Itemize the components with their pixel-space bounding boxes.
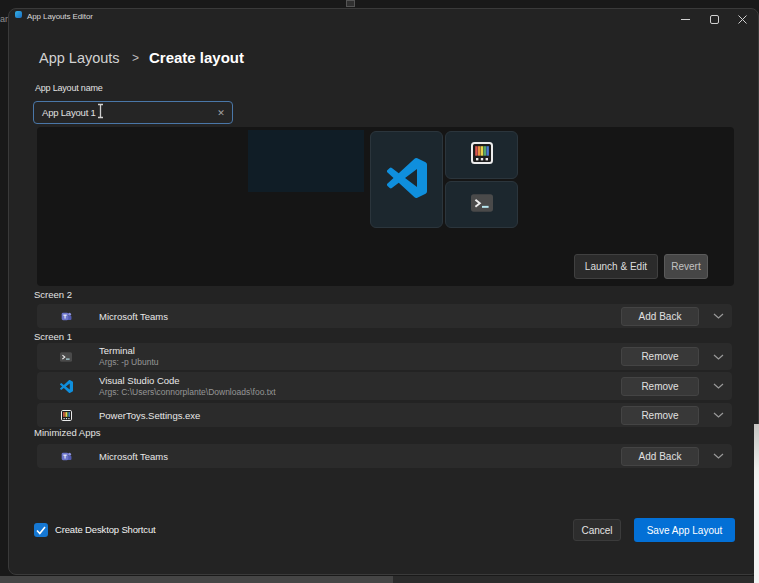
app-row: Terminal Args: -p Ubuntu Remove	[37, 343, 732, 370]
app-icon	[15, 11, 22, 18]
layout-preview-tile-powertoys[interactable]	[445, 131, 518, 179]
remove-button[interactable]: Remove	[621, 406, 699, 425]
section-label: Screen 1	[34, 331, 72, 342]
layout-preview-tile-terminal[interactable]	[445, 181, 518, 228]
create-desktop-shortcut-checkbox[interactable]	[34, 523, 48, 537]
app-layout-name-input[interactable]: App Layout 1 ✕	[33, 101, 233, 124]
background-window-icon	[346, 0, 355, 7]
add-back-button[interactable]: Add Back	[621, 447, 699, 466]
app-row: Microsoft Teams Add Back	[37, 444, 732, 468]
powertoys-icon	[59, 410, 73, 421]
page-title: Create layout	[149, 49, 244, 66]
app-row-title: Microsoft Teams	[99, 311, 621, 322]
app-layout-name-label: App Layout name	[35, 83, 103, 93]
background-scrollbar	[754, 424, 759, 583]
vscode-icon	[387, 158, 427, 202]
chevron-down-icon[interactable]	[711, 412, 725, 418]
breadcrumb-app-layouts[interactable]: App Layouts	[39, 50, 120, 66]
cancel-button[interactable]: Cancel	[573, 519, 621, 541]
layout-preview-tile-vscode[interactable]	[370, 131, 443, 228]
chevron-down-icon[interactable]	[711, 313, 725, 319]
section-label: Screen 2	[34, 289, 72, 300]
save-app-layout-button[interactable]: Save App Layout	[634, 518, 735, 542]
section-label: Minimized Apps	[34, 427, 101, 438]
close-button[interactable]	[728, 9, 756, 29]
chevron-down-icon[interactable]	[711, 354, 725, 360]
maximize-button[interactable]	[700, 9, 728, 29]
teams-icon	[59, 451, 73, 462]
app-row: PowerToys.Settings.exe Remove	[37, 403, 732, 427]
window-title: App Layouts Editor	[27, 12, 93, 21]
app-layout-name-value: App Layout 1	[34, 107, 210, 118]
app-row: Microsoft Teams Add Back	[37, 304, 732, 328]
app-row-title: PowerToys.Settings.exe	[99, 410, 621, 421]
minimize-button[interactable]	[671, 9, 699, 29]
launch-and-edit-button[interactable]: Launch & Edit	[574, 254, 658, 279]
background-window-text: an	[0, 14, 8, 24]
remove-button[interactable]: Remove	[621, 377, 699, 396]
background-window-edge-dark	[393, 576, 759, 583]
text-cursor	[96, 103, 105, 123]
chevron-down-icon[interactable]	[711, 453, 725, 459]
background-window-edge	[0, 576, 393, 583]
add-back-button[interactable]: Add Back	[621, 307, 699, 326]
terminal-icon	[59, 352, 73, 362]
revert-button[interactable]: Revert	[664, 254, 708, 279]
layout-preview-panel: Launch & Edit Revert	[37, 127, 734, 286]
teams-icon	[59, 311, 73, 322]
create-desktop-shortcut-label: Create Desktop Shortcut	[55, 524, 156, 535]
layout-preview-ghost-zone	[248, 130, 364, 192]
vscode-icon	[59, 380, 73, 393]
app-row-args: Args: -p Ubuntu	[99, 357, 621, 368]
breadcrumb-separator: >	[132, 51, 139, 65]
terminal-icon	[471, 194, 493, 216]
app-row-title: Terminal	[99, 345, 621, 356]
app-row-args: Args: C:\Users\connorplante\Downloads\fo…	[99, 387, 621, 398]
chevron-down-icon[interactable]	[711, 383, 725, 389]
app-row-title: Visual Studio Code	[99, 375, 621, 386]
clear-input-icon[interactable]: ✕	[210, 108, 232, 118]
app-row: Visual Studio Code Args: C:\Users\connor…	[37, 372, 732, 400]
remove-button[interactable]: Remove	[621, 347, 699, 366]
app-row-title: Microsoft Teams	[99, 451, 621, 462]
powertoys-icon	[471, 142, 493, 168]
app-window: App Layouts Editor App Layouts > Create …	[8, 8, 759, 575]
